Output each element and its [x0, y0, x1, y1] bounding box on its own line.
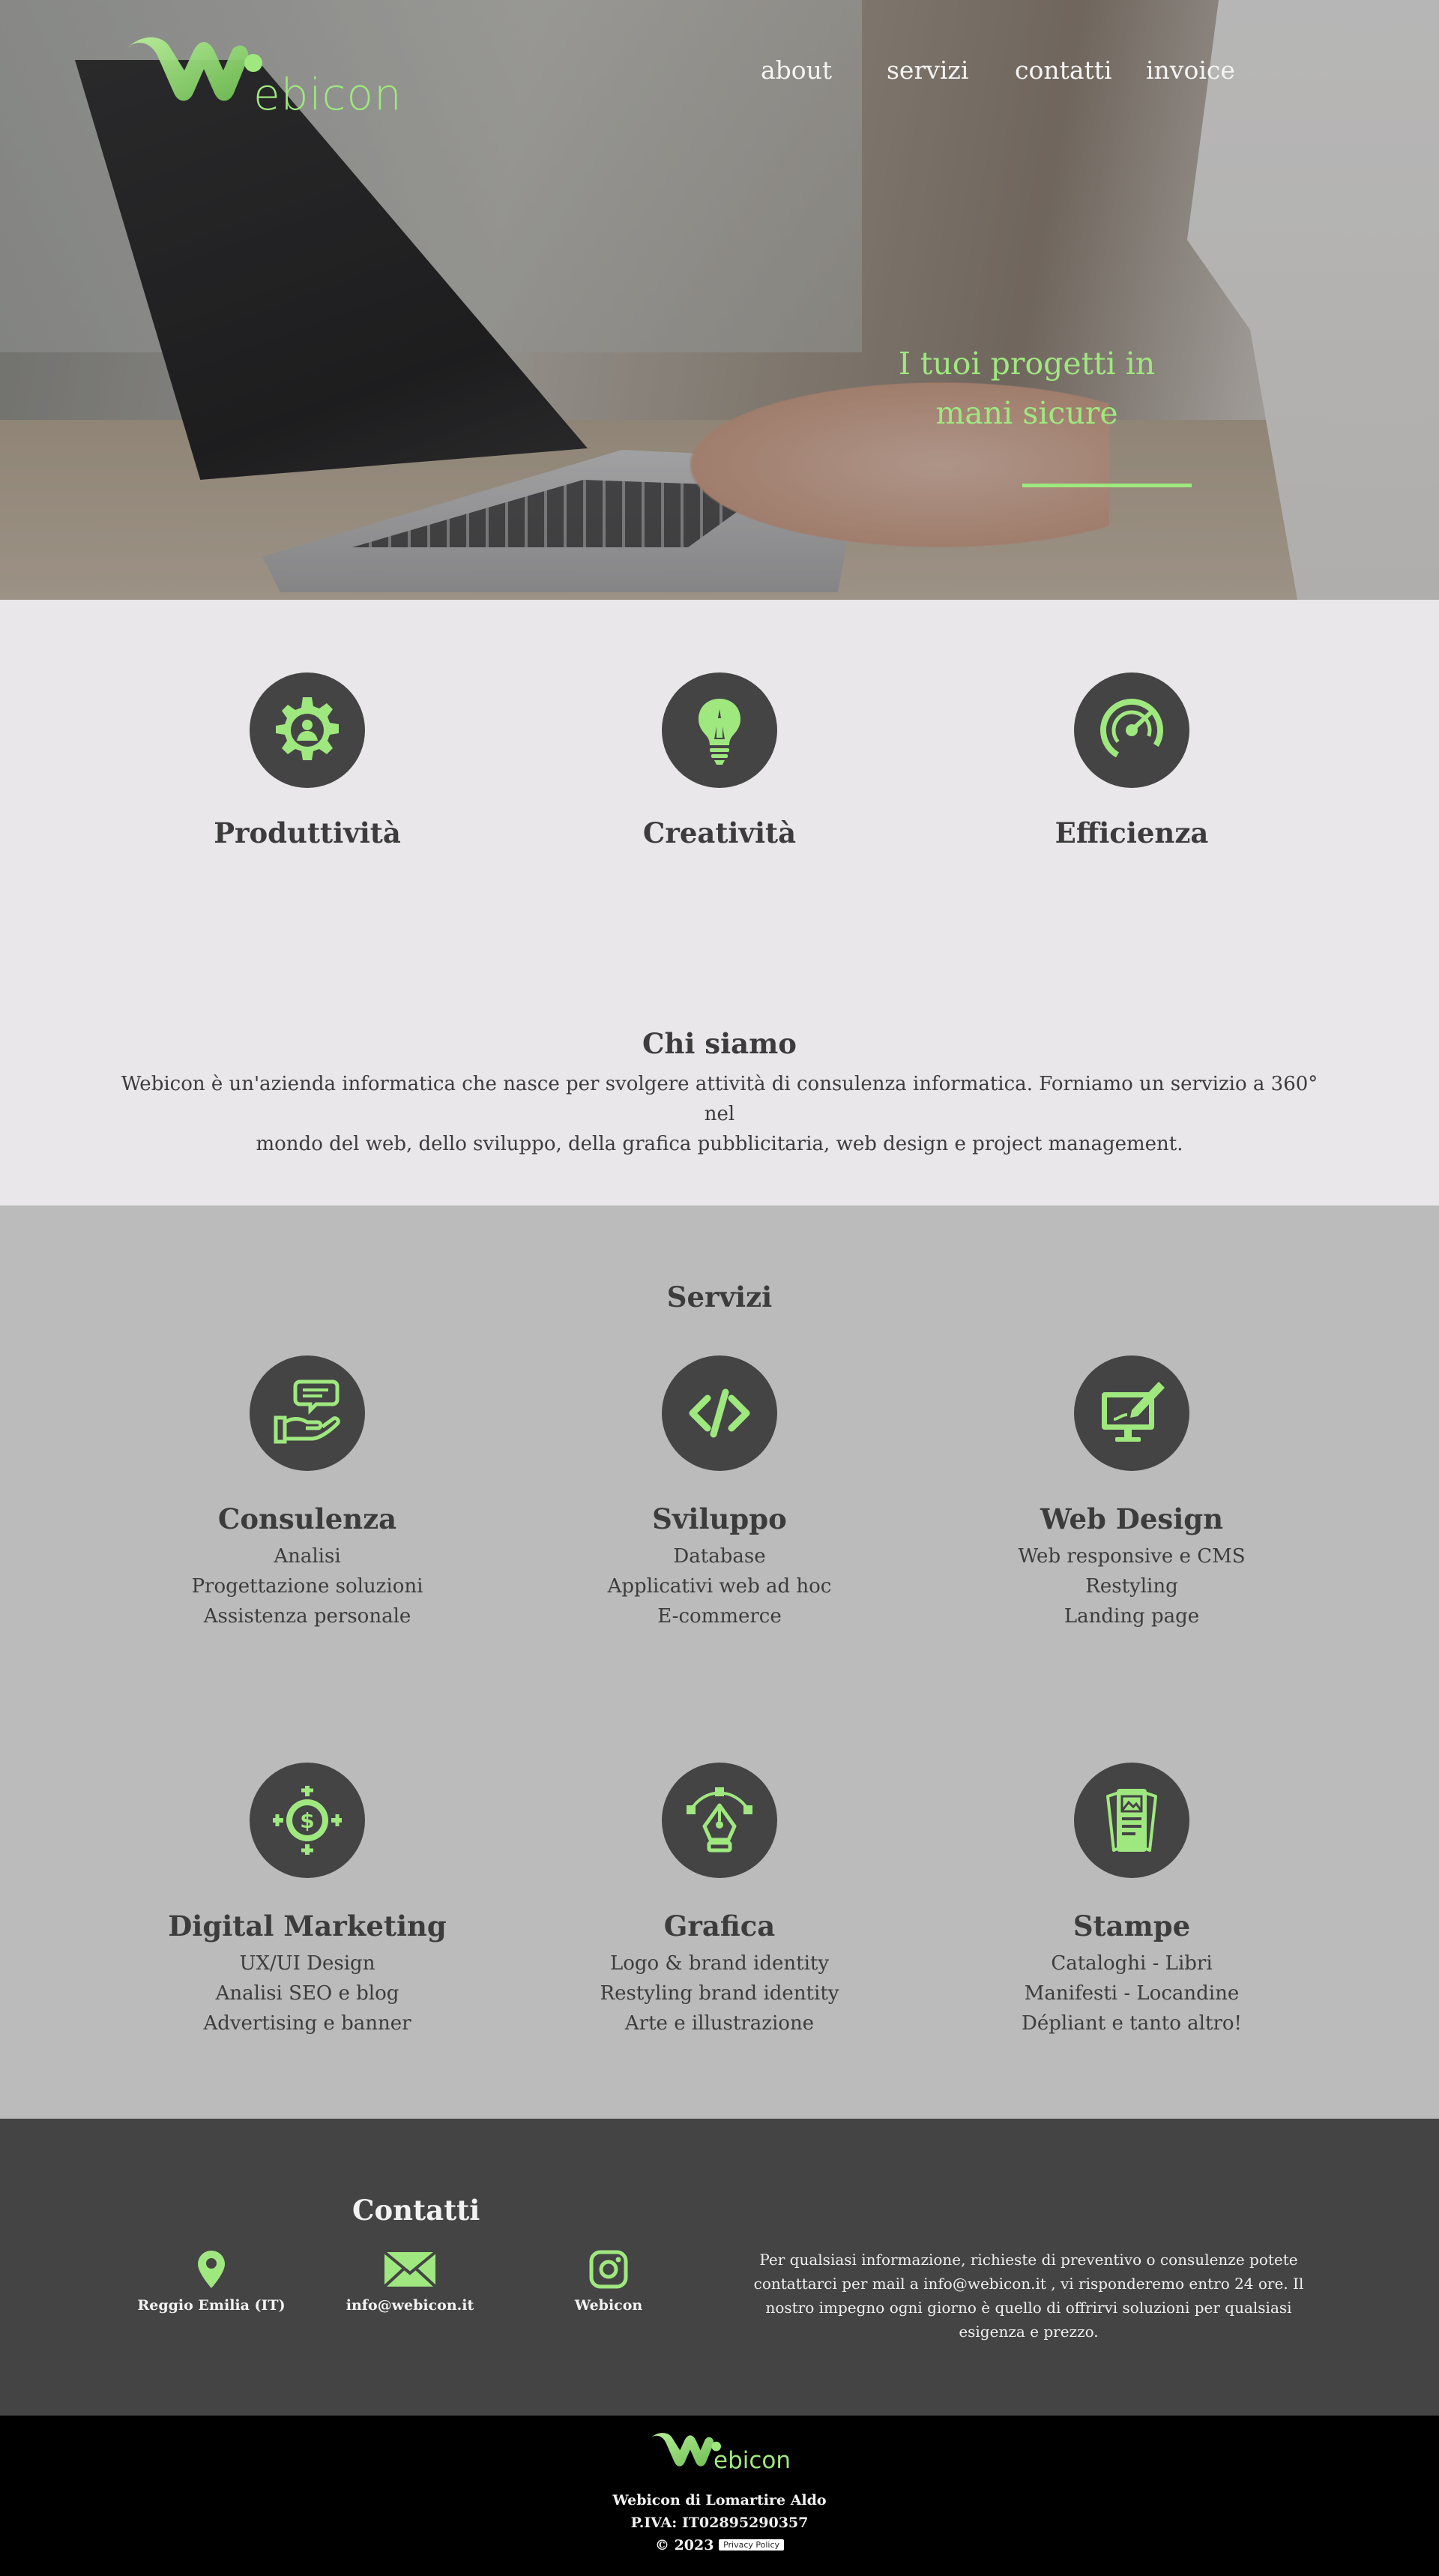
footer-logo-text: ebicon [714, 2447, 791, 2474]
main-nav: about servizi contatti invoice [690, 55, 1439, 93]
hero-tagline-line2: mani sicure [935, 395, 1118, 431]
privacy-policy-link[interactable]: Privacy Policy [719, 2539, 785, 2551]
contact-instagram[interactable]: Webicon [511, 2246, 706, 2314]
footer-logo[interactable]: ebicon [646, 2431, 796, 2476]
logo-text: ebicon [253, 69, 402, 120]
contact-title: Contatti [352, 2194, 480, 2227]
pen-tool-icon [687, 1787, 752, 1853]
footer-vat: P.IVA: IT02895290357 [630, 2515, 809, 2531]
footer-copyright-row: © 2023 Privacy Policy [0, 2537, 1439, 2554]
lightbulb-pencil-icon [699, 699, 740, 765]
service-line: Manifesti - Locandine [1024, 1982, 1240, 2005]
feature-creativity: Creatività [562, 672, 877, 849]
service-grafica: Grafica Logo & brand identity Restyling … [547, 1763, 892, 2038]
print-documents-icon [1106, 1789, 1157, 1852]
nav-invoice[interactable]: invoice [1146, 55, 1235, 85]
service-line: Progettazione soluzioni [191, 1575, 423, 1598]
service-line: E-commerce [657, 1605, 782, 1628]
service-line: Web responsive e CMS [1018, 1545, 1246, 1568]
about-title: Chi siamo [642, 1027, 797, 1060]
service-line: Analisi SEO e blog [215, 1982, 399, 2005]
hero-tagline: I tuoi progetti in mani sicure [869, 339, 1184, 438]
service-digital-marketing: $ Digital Marketing UX/UI Design Analisi… [135, 1763, 480, 2038]
service-stampe: Stampe Cataloghi - Libri Manifesti - Loc… [959, 1763, 1304, 2038]
hand-chat-icon [274, 1379, 340, 1444]
footer-copyright: © 2023 [654, 2537, 714, 2554]
nav-contatti[interactable]: contatti [1015, 55, 1112, 85]
service-sviluppo: Sviluppo Database Applicativi web ad hoc… [547, 1355, 892, 1631]
service-title: Sviluppo [652, 1502, 787, 1535]
feature-productivity: Produttività [150, 672, 465, 849]
service-title: Web Design [1040, 1502, 1224, 1535]
hero-tagline-line1: I tuoi progetti in [898, 346, 1156, 382]
service-line: UX/UI Design [239, 1952, 375, 1975]
hero-section: ebicon about servizi contatti invoice I … [0, 0, 1439, 600]
contact-section: Contatti Reggio Emilia (IT) info@webicon… [0, 2119, 1439, 2416]
service-line: Logo & brand identity [609, 1952, 830, 1975]
svg-text:$: $ [300, 1808, 314, 1833]
monitor-brush-icon [1102, 1382, 1165, 1442]
service-title: Consulenza [217, 1502, 397, 1535]
service-line: Applicativi web ad hoc [607, 1575, 832, 1598]
gauge-icon [1100, 699, 1163, 762]
service-title: Grafica [663, 1910, 776, 1942]
footer-logo-w-mark-icon [649, 2433, 721, 2467]
service-web-design: Web Design Web responsive e CMS Restylin… [959, 1355, 1304, 1631]
service-line: Restyling brand identity [600, 1982, 839, 2005]
service-line: Cataloghi - Libri [1051, 1952, 1213, 1975]
service-line: Assistenza personale [203, 1605, 411, 1628]
instagram-icon [589, 2250, 628, 2289]
service-line: Arte e illustrazione [624, 2012, 815, 2035]
service-consulenza: Consulenza Analisi Progettazione soluzio… [135, 1355, 480, 1631]
service-line: Dépliant e tanto altro! [1022, 2012, 1242, 2035]
hero-accent-underline [1022, 484, 1192, 487]
contact-location-label: Reggio Emilia (IT) [137, 2297, 286, 2314]
site-footer: ebicon Webicon di Lomartire Aldo P.IVA: … [0, 2416, 1439, 2576]
about-section: Chi siamo Webicon è un'azienda informati… [105, 1027, 1334, 1159]
features-section: Produttività Creatività Efficienza Chi s… [0, 600, 1439, 1206]
service-line: Analisi [274, 1545, 341, 1568]
contact-instagram-label[interactable]: Webicon [511, 2297, 706, 2314]
about-text-line2: mondo del web, dello sviluppo, della gra… [256, 1133, 1183, 1155]
contact-email-label[interactable]: info@webicon.it [313, 2297, 507, 2314]
service-line: Database [673, 1545, 766, 1568]
feature-efficiency: Efficienza [974, 672, 1289, 849]
envelope-icon [383, 2251, 437, 2288]
services-section: Servizi Consulenza Analisi Progettazione… [0, 1206, 1439, 2119]
code-icon [689, 1388, 750, 1438]
feature-title: Creatività [642, 816, 797, 849]
about-text: Webicon è un'azienda informatica che nas… [105, 1069, 1334, 1159]
feature-title: Produttività [214, 816, 401, 849]
nav-about[interactable]: about [761, 55, 832, 85]
gear-person-icon [276, 697, 339, 760]
contact-email[interactable]: info@webicon.it [313, 2246, 507, 2314]
service-line: Restyling [1085, 1575, 1178, 1598]
map-pin-icon [198, 2251, 225, 2288]
footer-company: Webicon di Lomartire Aldo [612, 2492, 827, 2509]
about-text-line1: Webicon è un'azienda informatica che nas… [121, 1073, 1318, 1125]
dollar-target-icon: $ [273, 1786, 342, 1855]
contact-location: Reggio Emilia (IT) [114, 2246, 309, 2314]
services-title: Servizi [666, 1281, 773, 1313]
service-line: Landing page [1064, 1605, 1200, 1628]
nav-servizi[interactable]: servizi [887, 55, 968, 85]
service-title: Digital Marketing [168, 1910, 447, 1942]
feature-title: Efficienza [1055, 816, 1209, 849]
site-logo[interactable]: ebicon [120, 33, 405, 123]
logo-w-mark-icon [126, 37, 262, 101]
contact-text: Per qualsiasi informazione, richieste di… [753, 2251, 1304, 2341]
service-title: Stampe [1073, 1910, 1191, 1942]
service-line: Advertising e banner [203, 2012, 411, 2035]
